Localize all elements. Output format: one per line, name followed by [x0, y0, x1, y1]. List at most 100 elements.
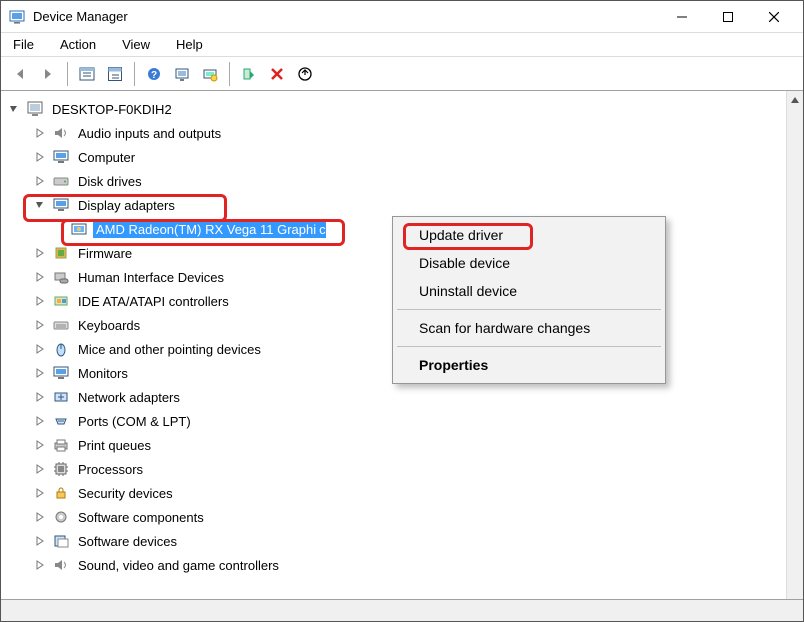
ctx-separator	[397, 309, 661, 310]
back-button[interactable]	[7, 61, 33, 87]
controller-icon	[51, 291, 71, 311]
forward-button[interactable]	[35, 61, 61, 87]
security-icon	[51, 483, 71, 503]
maximize-button[interactable]	[705, 2, 751, 32]
tree-label: Firmware	[75, 245, 135, 262]
ctx-uninstall-device[interactable]: Uninstall device	[395, 277, 663, 305]
menu-file[interactable]: File	[9, 35, 38, 54]
speaker-icon	[51, 555, 71, 575]
mouse-icon	[51, 339, 71, 359]
tree-label: Software components	[75, 509, 207, 526]
tree-label: Ports (COM & LPT)	[75, 413, 194, 430]
tree-label: Human Interface Devices	[75, 269, 227, 286]
tree-label: Monitors	[75, 365, 131, 382]
tree-item-security[interactable]: Security devices	[3, 481, 784, 505]
tree-item-printq[interactable]: Print queues	[3, 433, 784, 457]
svg-text:?: ?	[151, 70, 157, 81]
show-hide-tree-button[interactable]	[74, 61, 100, 87]
chevron-down-icon[interactable]	[33, 198, 47, 212]
chevron-right-icon[interactable]	[33, 246, 47, 260]
tree-item-display-adapters[interactable]: Display adapters	[3, 193, 784, 217]
chevron-right-icon[interactable]	[33, 294, 47, 308]
tree-label: Display adapters	[75, 197, 178, 214]
ctx-disable-device[interactable]: Disable device	[395, 249, 663, 277]
tree-item-network[interactable]: Network adapters	[3, 385, 784, 409]
tree-label: Computer	[75, 149, 138, 166]
chevron-right-icon[interactable]	[33, 270, 47, 284]
root-label: DESKTOP-F0KDIH2	[49, 101, 175, 118]
tree-item-processors[interactable]: Processors	[3, 457, 784, 481]
ctx-update-driver[interactable]: Update driver	[395, 221, 663, 249]
chevron-right-icon[interactable]	[33, 174, 47, 188]
ctx-properties[interactable]: Properties	[395, 351, 663, 379]
device-manager-icon	[9, 9, 25, 25]
uninstall-device-button[interactable]	[292, 61, 318, 87]
tree-label: Print queues	[75, 437, 154, 454]
tree-label: Disk drives	[75, 173, 145, 190]
speaker-icon	[51, 123, 71, 143]
menu-view[interactable]: View	[118, 35, 154, 54]
tree-label: Keyboards	[75, 317, 143, 334]
close-button[interactable]	[751, 2, 797, 32]
tree-item-swdev[interactable]: Software devices	[3, 529, 784, 553]
menu-help[interactable]: Help	[172, 35, 207, 54]
toolbar: ?	[1, 57, 803, 91]
properties-button[interactable]	[102, 61, 128, 87]
tree-label: Mice and other pointing devices	[75, 341, 264, 358]
minimize-button[interactable]	[659, 2, 705, 32]
chevron-right-icon[interactable]	[33, 150, 47, 164]
context-menu: Update driver Disable device Uninstall d…	[392, 216, 666, 384]
ctx-scan-hardware[interactable]: Scan for hardware changes	[395, 314, 663, 342]
ctx-separator	[397, 346, 661, 347]
tree-item-sound[interactable]: Sound, video and game controllers	[3, 553, 784, 577]
update-driver-button[interactable]	[197, 61, 223, 87]
chevron-right-icon[interactable]	[33, 318, 47, 332]
window-title: Device Manager	[33, 9, 659, 24]
vertical-scrollbar[interactable]	[786, 91, 803, 599]
chevron-right-icon[interactable]	[33, 486, 47, 500]
scan-hardware-button[interactable]	[169, 61, 195, 87]
printer-icon	[51, 435, 71, 455]
chevron-right-icon[interactable]	[33, 414, 47, 428]
chevron-right-icon[interactable]	[33, 390, 47, 404]
chevron-down-icon[interactable]	[7, 102, 21, 116]
disable-device-button[interactable]	[264, 61, 290, 87]
software-icon	[51, 531, 71, 551]
port-icon	[51, 411, 71, 431]
enable-device-button[interactable]	[236, 61, 262, 87]
chevron-right-icon[interactable]	[33, 126, 47, 140]
device-manager-window: Device Manager File Action View Help ?	[0, 0, 804, 622]
disk-icon	[51, 171, 71, 191]
tree-label: Sound, video and game controllers	[75, 557, 282, 574]
cpu-icon	[51, 459, 71, 479]
chip-icon	[51, 243, 71, 263]
help-button[interactable]: ?	[141, 61, 167, 87]
chevron-right-icon[interactable]	[33, 342, 47, 356]
tree-item-audio[interactable]: Audio inputs and outputs	[3, 121, 784, 145]
status-bar	[1, 599, 803, 621]
chevron-right-icon[interactable]	[33, 438, 47, 452]
tree-label: Software devices	[75, 533, 180, 550]
display-adapter-icon	[51, 195, 71, 215]
scroll-up-icon[interactable]	[787, 91, 804, 108]
keyboard-icon	[51, 315, 71, 335]
tree-label: Network adapters	[75, 389, 183, 406]
chevron-right-icon[interactable]	[33, 558, 47, 572]
computer-icon	[25, 99, 45, 119]
menu-action[interactable]: Action	[56, 35, 100, 54]
gpu-icon	[69, 219, 89, 239]
network-icon	[51, 387, 71, 407]
chevron-right-icon[interactable]	[33, 510, 47, 524]
chevron-right-icon[interactable]	[33, 366, 47, 380]
tree-label: IDE ATA/ATAPI controllers	[75, 293, 232, 310]
tree-item-swcomp[interactable]: Software components	[3, 505, 784, 529]
chevron-right-icon[interactable]	[33, 534, 47, 548]
chevron-right-icon[interactable]	[33, 462, 47, 476]
tree-label: AMD Radeon(TM) RX Vega 11 Graphi	[93, 221, 319, 238]
tree-item-computer[interactable]: Computer	[3, 145, 784, 169]
gear-icon	[51, 507, 71, 527]
tree-root[interactable]: DESKTOP-F0KDIH2	[3, 97, 784, 121]
tree-item-disk[interactable]: Disk drives	[3, 169, 784, 193]
monitor-icon	[51, 147, 71, 167]
tree-item-ports[interactable]: Ports (COM & LPT)	[3, 409, 784, 433]
